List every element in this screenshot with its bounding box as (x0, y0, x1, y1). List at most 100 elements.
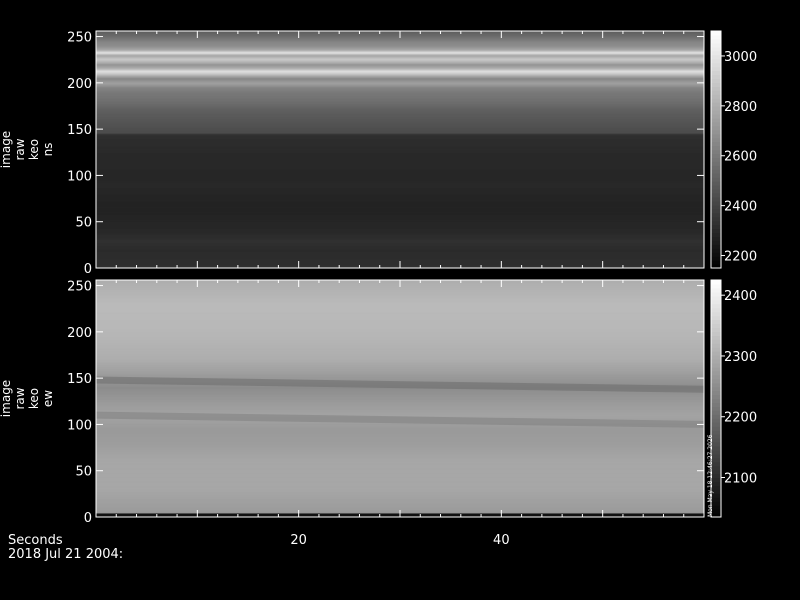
colorbar-segment (711, 280, 721, 285)
y-axis-label-line: image (0, 131, 13, 168)
colorbar-segment (711, 406, 721, 411)
colorbar-segment (711, 331, 721, 336)
colorbar-tick-label: 2400 (724, 200, 757, 215)
top-panel: 0 50 100 150 200 250 image raw keo ns 2200 2400 26… (0, 30, 757, 277)
colorbar-segment (711, 31, 721, 36)
colorbar-segment (711, 66, 721, 72)
colorbar-segment (711, 82, 721, 87)
y-axis-label-line: keo (27, 388, 41, 409)
colorbar-segment (711, 169, 721, 174)
y-tick-label: 50 (75, 465, 92, 480)
colorbar-segment (711, 386, 721, 392)
colorbar-segment (711, 414, 721, 419)
colorbar-segment (711, 236, 721, 241)
colorbar-segment (711, 165, 721, 170)
colorbar-segment (711, 38, 721, 44)
x-tick-label: 20 (290, 533, 307, 548)
colorbar-segment (711, 295, 721, 301)
colorbar-segment (711, 181, 721, 186)
colorbar-segment (711, 359, 721, 364)
colorbar-segment (711, 382, 721, 388)
y-tick-label: 100 (67, 418, 92, 433)
y-axis-label-line: raw (13, 138, 27, 160)
colorbar-segment (711, 90, 721, 95)
colorbar-segment (711, 252, 721, 257)
colorbar-segment (711, 185, 721, 190)
colorbar-segment (711, 50, 721, 56)
colorbar-segment (711, 287, 721, 293)
colorbar-segment (711, 157, 721, 162)
colorbar-segment (711, 42, 721, 48)
colorbar-segment (711, 74, 721, 79)
colorbar-segment (711, 86, 721, 91)
date-label: 2018 Jul 21 2004: (8, 547, 123, 562)
colorbar-segment (711, 98, 721, 103)
y-tick-label: 200 (67, 77, 92, 92)
y-tick-label: 150 (67, 123, 92, 138)
colorbar-segment (711, 149, 721, 155)
colorbar-segment (711, 173, 721, 178)
colorbar-segment (711, 117, 721, 123)
colorbar-segment (711, 362, 721, 368)
colorbar-tick-label: 2300 (724, 350, 757, 365)
colorbar-segment (711, 426, 721, 431)
colorbar-tick-label: 2100 (724, 472, 757, 487)
colorbar-segment (711, 220, 721, 226)
x-tick-label: 40 (493, 533, 510, 548)
y-axis-label-line: ns (41, 143, 55, 157)
colorbar-segment (711, 125, 721, 131)
colorbar-tick-label: 2200 (724, 411, 757, 426)
colorbar-segment (711, 70, 721, 76)
colorbar-segment (711, 110, 721, 115)
y-tick-label: 250 (67, 280, 92, 295)
colorbar-segment (711, 153, 721, 158)
colorbar-segment (711, 137, 721, 143)
y-axis-label-line: keo (27, 139, 41, 160)
colorbar-segment (711, 224, 721, 230)
colorbar-tick-label: 2800 (724, 100, 757, 115)
colorbar-segment (711, 129, 721, 135)
y-axis-label-line: raw (13, 387, 27, 409)
colorbar-segment (711, 141, 721, 147)
colorbar-segment (711, 121, 721, 127)
y-axis-label-line: image (0, 380, 13, 417)
colorbar-segment (711, 323, 721, 328)
y-tick-label: 0 (84, 262, 92, 277)
colorbar-segment (711, 54, 721, 60)
colorbar-segment (711, 189, 721, 194)
colorbar-segment (711, 106, 721, 111)
colorbar-segment (711, 283, 721, 289)
colorbar-segment (711, 58, 721, 64)
colorbar-segment (711, 216, 721, 222)
colorbar-segment (711, 430, 721, 435)
keogram-figure: 050100150200250 image raw keo ns 2200240026… (0, 0, 800, 600)
colorbar-segment (711, 390, 721, 396)
colorbar-segment (711, 291, 721, 297)
colorbar-segment (711, 161, 721, 166)
y-tick-label: 150 (67, 372, 92, 387)
colorbar-tick-label: 3000 (724, 50, 757, 65)
colorbar-segment (711, 248, 721, 253)
colorbar-segment (711, 378, 721, 384)
colorbar-segment (711, 232, 721, 237)
colorbar-segment (711, 256, 721, 261)
colorbar-segment (711, 46, 721, 52)
y-tick-label: 250 (67, 31, 92, 46)
colorbar-segment (711, 398, 721, 404)
colorbar-segment (711, 315, 721, 321)
colorbar-segment (711, 102, 721, 107)
y-tick-label: 200 (67, 326, 92, 341)
colorbar-tick-label: 2200 (724, 250, 757, 265)
colorbar-segment (711, 34, 721, 40)
colorbar-segment (711, 228, 721, 234)
colorbar-segment (711, 343, 721, 348)
colorbar-segment (711, 402, 721, 407)
colorbar-segment (711, 244, 721, 249)
y-tick-label: 0 (84, 511, 92, 526)
colorbar-segment (711, 319, 721, 325)
y-tick-label: 50 (75, 216, 92, 231)
colorbar-tick-label: 2600 (724, 150, 757, 165)
colorbar-segment (711, 177, 721, 182)
timestamp-stamp: Mon May 18 12:46:27 2026 (707, 434, 714, 517)
colorbar-segment (711, 394, 721, 400)
